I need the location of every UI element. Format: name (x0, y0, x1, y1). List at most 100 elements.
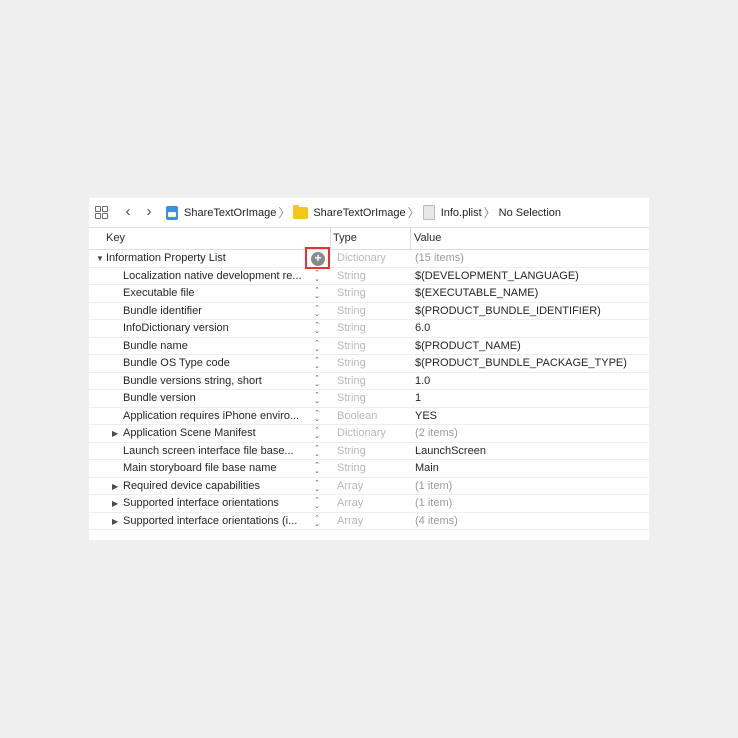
row-key[interactable]: Information Property List (106, 250, 292, 268)
stepper-icon[interactable]: ⌃ ⌄ (313, 392, 321, 405)
chevron-left-icon[interactable]: ‹ (121, 204, 135, 220)
breadcrumb-folder[interactable]: ShareTextOrImage (293, 205, 406, 219)
row-key[interactable]: Localization native development re... (123, 268, 309, 286)
row-value[interactable]: (1 item) (415, 495, 452, 513)
table-row[interactable]: Bundle versions string, short ⌃ ⌄ String 1.0 (89, 373, 649, 391)
table-row[interactable]: Bundle version ⌃ ⌄ String 1 (89, 390, 649, 408)
row-value[interactable]: $(PRODUCT_BUNDLE_IDENTIFIER) (415, 303, 601, 321)
row-key[interactable]: Supported interface orientations (i... (123, 513, 309, 531)
table-row[interactable]: ▶ Application Scene Manifest ⌃ ⌄ Dictionary (… (89, 425, 649, 443)
row-key[interactable]: Application requires iPhone enviro... (123, 408, 309, 426)
row-key[interactable]: Bundle versions string, short (123, 373, 309, 391)
row-key[interactable]: Supported interface orientations (123, 495, 309, 513)
row-type[interactable]: String (337, 338, 366, 356)
plist-rows: ▼ Information Property List + Dictionary (15… (89, 247, 649, 531)
stepper-icon[interactable]: ⌃ ⌄ (313, 427, 321, 440)
row-type[interactable]: String (337, 285, 366, 303)
row-value[interactable]: LaunchScreen (415, 443, 486, 461)
stepper-icon[interactable]: ⌃ ⌄ (313, 322, 321, 335)
disclosure-triangle-right-icon[interactable]: ▶ (112, 425, 118, 443)
disclosure-triangle-right-icon[interactable]: ▶ (112, 495, 118, 513)
row-key[interactable]: Main storyboard file base name (123, 460, 309, 478)
chevron-right-icon[interactable]: › (142, 204, 156, 220)
breadcrumb-project[interactable]: ShareTextOrImage (166, 205, 277, 220)
table-row[interactable]: Bundle name ⌃ ⌄ String $(PRODUCT_NAME) (89, 338, 649, 356)
row-value[interactable]: 1.0 (415, 373, 430, 391)
row-value[interactable]: $(DEVELOPMENT_LANGUAGE) (415, 268, 579, 286)
row-value[interactable]: YES (415, 408, 437, 426)
row-type[interactable]: Array (337, 495, 363, 513)
stepper-icon[interactable]: ⌃ ⌄ (313, 305, 321, 318)
row-key[interactable]: Executable file (123, 285, 309, 303)
breadcrumb-project-label: ShareTextOrImage (184, 206, 277, 219)
disclosure-triangle-down-icon[interactable]: ▼ (96, 250, 104, 268)
row-key[interactable]: Bundle name (123, 338, 309, 356)
stepper-icon[interactable]: ⌃ ⌄ (313, 340, 321, 353)
column-header-value[interactable]: Value (414, 228, 441, 249)
row-value[interactable]: $(EXECUTABLE_NAME) (415, 285, 538, 303)
column-divider[interactable] (330, 228, 331, 249)
row-value[interactable]: (1 item) (415, 478, 452, 496)
row-value[interactable]: Main (415, 460, 439, 478)
table-row[interactable]: ▼ Information Property List + Dictionary (15… (89, 247, 649, 269)
stepper-icon[interactable]: ⌃ ⌄ (313, 410, 321, 423)
row-key[interactable]: Bundle version (123, 390, 309, 408)
row-type[interactable]: String (337, 303, 366, 321)
table-row[interactable]: Bundle identifier ⌃ ⌄ String $(PRODUCT_BUNDL… (89, 303, 649, 321)
row-value[interactable]: (4 items) (415, 513, 458, 531)
row-key[interactable]: Launch screen interface file base... (123, 443, 309, 461)
table-row[interactable]: ▶ Supported interface orientations ⌃ ⌄ Array… (89, 495, 649, 513)
add-circle-icon[interactable]: + (311, 252, 325, 266)
row-type[interactable]: String (337, 355, 366, 373)
disclosure-triangle-right-icon[interactable]: ▶ (112, 513, 118, 531)
stepper-icon[interactable]: ⌃ ⌄ (313, 375, 321, 388)
table-row[interactable]: ▶ Required device capabilities ⌃ ⌄ Array (1 i… (89, 478, 649, 496)
column-header-key[interactable]: Key (106, 228, 125, 249)
breadcrumb-file[interactable]: Info.plist (422, 205, 482, 220)
row-type[interactable]: Dictionary (337, 250, 386, 268)
row-key[interactable]: Bundle identifier (123, 303, 309, 321)
stepper-icon[interactable]: ⌃ ⌄ (313, 287, 321, 300)
row-type[interactable]: String (337, 460, 366, 478)
row-value[interactable]: (2 items) (415, 425, 458, 443)
row-value[interactable]: (15 items) (415, 250, 464, 268)
row-type[interactable]: Boolean (337, 408, 377, 426)
table-row[interactable]: Application requires iPhone enviro... ⌃ ⌄ B… (89, 408, 649, 426)
table-row[interactable]: Executable file ⌃ ⌄ String $(EXECUTABLE_NAME… (89, 285, 649, 303)
row-key[interactable]: Required device capabilities (123, 478, 309, 496)
row-type[interactable]: Array (337, 513, 363, 531)
row-value[interactable]: $(PRODUCT_BUNDLE_PACKAGE_TYPE) (415, 355, 627, 373)
row-type[interactable]: String (337, 390, 366, 408)
row-type[interactable]: Array (337, 478, 363, 496)
table-row[interactable]: Localization native development re... ⌃ ⌄ S… (89, 268, 649, 286)
stepper-icon[interactable]: ⌃ ⌄ (313, 497, 321, 510)
stepper-icon[interactable]: ⌃ ⌄ (313, 480, 321, 493)
table-row[interactable]: Main storyboard file base name ⌃ ⌄ String Ma… (89, 460, 649, 478)
row-type[interactable]: String (337, 373, 366, 391)
row-value[interactable]: 1 (415, 390, 421, 408)
grid-icon[interactable] (95, 206, 108, 219)
table-row[interactable]: Bundle OS Type code ⌃ ⌄ String $(PRODUCT_BUN… (89, 355, 649, 373)
row-value[interactable]: $(PRODUCT_NAME) (415, 338, 521, 356)
stepper-icon[interactable]: ⌃ ⌄ (313, 515, 321, 528)
row-key[interactable]: Bundle OS Type code (123, 355, 309, 373)
row-type[interactable]: Dictionary (337, 425, 386, 443)
stepper-icon[interactable]: ⌃ ⌄ (313, 357, 321, 370)
row-key[interactable]: Application Scene Manifest (123, 425, 309, 443)
disclosure-triangle-right-icon[interactable]: ▶ (112, 478, 118, 496)
row-type[interactable]: String (337, 320, 366, 338)
stepper-icon[interactable]: ⌃ ⌄ (313, 462, 321, 475)
table-row[interactable]: Launch screen interface file base... ⌃ ⌄ St… (89, 443, 649, 461)
row-key[interactable]: InfoDictionary version (123, 320, 309, 338)
breadcrumb-file-label: Info.plist (440, 206, 482, 219)
stepper-icon[interactable]: ⌃ ⌄ (313, 445, 321, 458)
stepper-icon[interactable]: ⌃ ⌄ (313, 270, 321, 283)
row-type[interactable]: String (337, 268, 366, 286)
table-row[interactable]: InfoDictionary version ⌃ ⌄ String 6.0 (89, 320, 649, 338)
row-value[interactable]: 6.0 (415, 320, 430, 338)
column-header-type[interactable]: Type (333, 228, 357, 249)
row-type[interactable]: String (337, 443, 366, 461)
breadcrumb-selection[interactable]: No Selection (499, 207, 561, 219)
table-row[interactable]: ▶ Supported interface orientations (i... ⌃… (89, 513, 649, 531)
column-divider[interactable] (410, 228, 411, 249)
